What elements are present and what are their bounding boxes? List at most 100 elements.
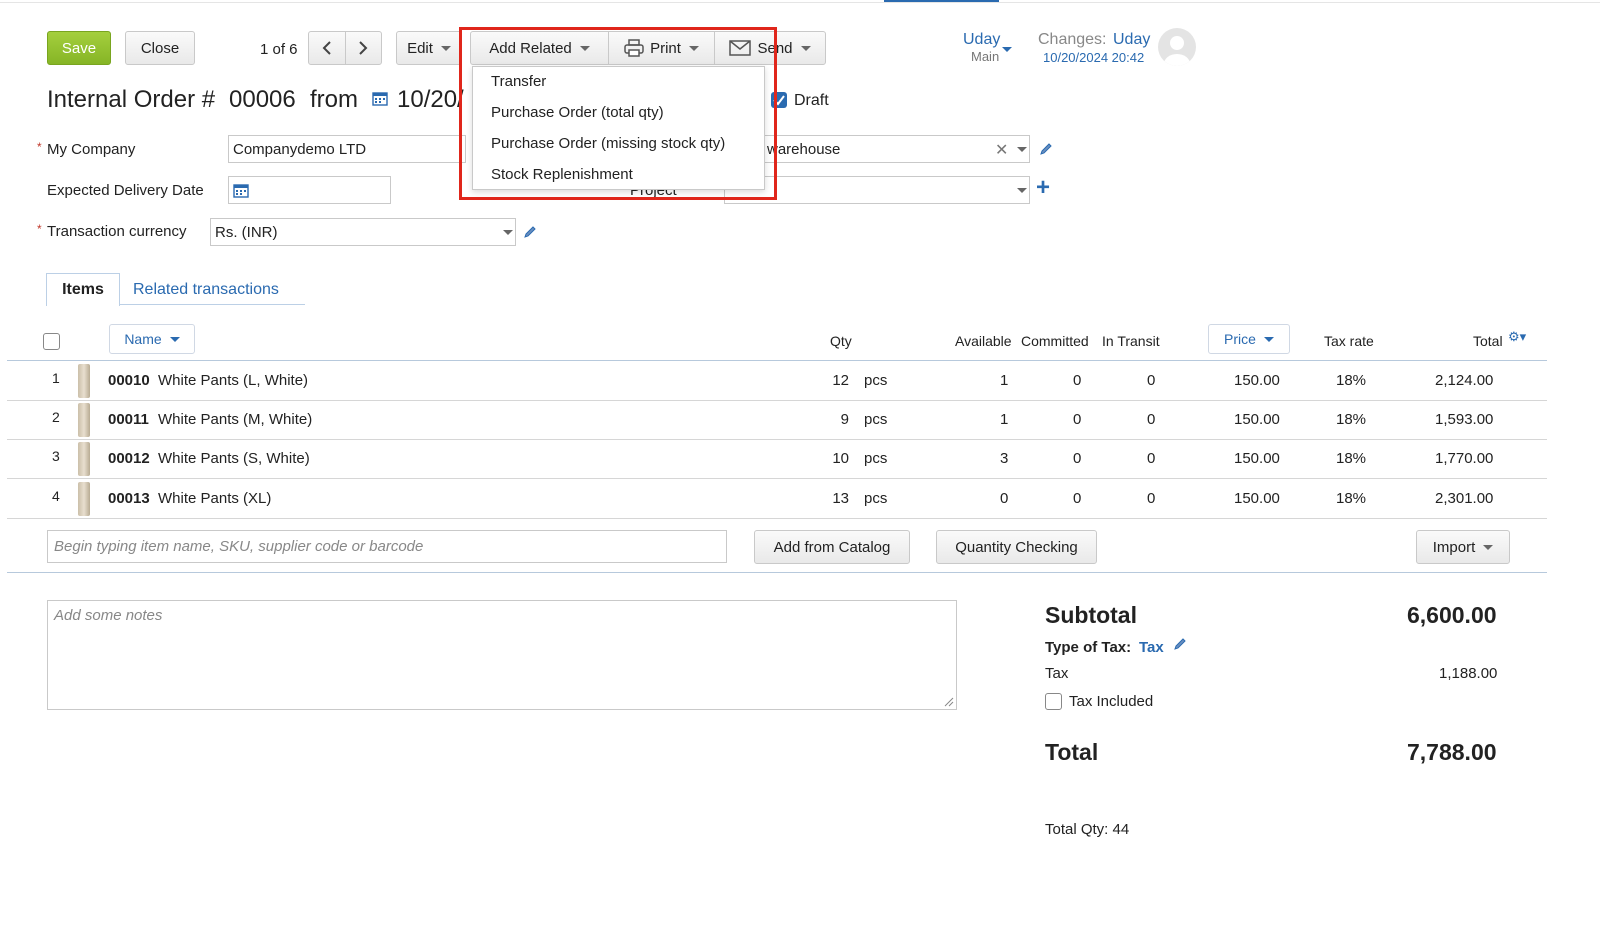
tax-included-checkbox[interactable] bbox=[1045, 693, 1062, 710]
highlight-box bbox=[459, 27, 777, 200]
select-all-checkbox[interactable] bbox=[43, 333, 60, 350]
user-caret-icon[interactable] bbox=[1002, 47, 1012, 52]
save-button[interactable]: Save bbox=[47, 31, 111, 65]
item-code[interactable]: 00010 bbox=[108, 372, 150, 389]
order-date[interactable]: 10/20/ bbox=[397, 86, 464, 114]
import-label: Import bbox=[1432, 538, 1476, 556]
changes-label: Changes: bbox=[1038, 31, 1107, 48]
edit-button[interactable]: Edit bbox=[396, 31, 462, 65]
user-name[interactable]: Uday bbox=[963, 31, 1000, 49]
tab-related-transactions[interactable]: Related transactions bbox=[133, 281, 279, 299]
edit-label: Edit bbox=[407, 39, 433, 57]
required-marker: * bbox=[37, 140, 42, 154]
changes-user[interactable]: Uday bbox=[1113, 31, 1150, 49]
subtotal-label: Subtotal bbox=[1045, 602, 1137, 628]
name-header-button[interactable]: Name bbox=[109, 324, 195, 354]
pencil-icon[interactable] bbox=[1039, 142, 1053, 156]
quantity-checking-button[interactable]: Quantity Checking bbox=[936, 530, 1097, 564]
item-tax-rate: 18% bbox=[1336, 372, 1367, 389]
row-number: 2 bbox=[52, 409, 60, 425]
item-name[interactable]: White Pants (L, White) bbox=[158, 372, 308, 389]
close-button[interactable]: Close bbox=[125, 31, 195, 65]
row-number: 4 bbox=[52, 488, 60, 504]
required-marker: * bbox=[37, 222, 42, 236]
add-from-catalog-button[interactable]: Add from Catalog bbox=[754, 530, 910, 564]
user-silhouette-icon bbox=[1164, 36, 1190, 66]
item-thumbnail[interactable] bbox=[78, 442, 90, 476]
avatar[interactable] bbox=[1158, 28, 1196, 66]
from-label: from bbox=[310, 86, 358, 113]
item-thumbnail[interactable] bbox=[78, 403, 90, 437]
total-header: Total bbox=[1473, 333, 1503, 349]
item-qty[interactable]: 13 bbox=[832, 490, 849, 507]
notes-textarea[interactable]: Add some notes bbox=[47, 600, 957, 710]
type-of-tax-value[interactable]: Tax bbox=[1139, 639, 1164, 656]
item-qty[interactable]: 10 bbox=[832, 450, 849, 467]
item-name[interactable]: White Pants (S, White) bbox=[158, 450, 310, 467]
item-price[interactable]: 150.00 bbox=[1234, 490, 1280, 507]
item-in-transit: 0 bbox=[1147, 372, 1156, 389]
in-transit-header: In Transit bbox=[1102, 333, 1160, 349]
tax-value: 1,188.00 bbox=[1439, 665, 1498, 682]
import-button[interactable]: Import bbox=[1416, 530, 1510, 564]
price-header-button[interactable]: Price bbox=[1208, 324, 1290, 354]
pencil-icon[interactable] bbox=[1173, 637, 1187, 651]
item-search-input[interactable]: Begin typing item name, SKU, supplier co… bbox=[47, 530, 727, 563]
item-in-transit: 0 bbox=[1147, 411, 1156, 428]
item-available: 0 bbox=[1000, 490, 1009, 507]
tab-items-label: Items bbox=[62, 281, 104, 298]
gear-icon[interactable]: ⚙▾ bbox=[1508, 329, 1526, 345]
item-code[interactable]: 00012 bbox=[108, 450, 150, 467]
caret-down-icon[interactable] bbox=[1017, 147, 1027, 152]
caret-down-icon bbox=[800, 45, 811, 51]
item-name[interactable]: White Pants (M, White) bbox=[158, 411, 312, 428]
tab-items[interactable]: Items bbox=[46, 273, 120, 306]
prev-button[interactable] bbox=[309, 32, 346, 64]
pencil-icon[interactable] bbox=[523, 225, 537, 239]
my-company-value: Companydemo LTD bbox=[233, 140, 367, 158]
item-unit: pcs bbox=[864, 490, 888, 507]
resize-handle-icon[interactable] bbox=[944, 697, 954, 707]
add-project-icon[interactable]: + bbox=[1036, 176, 1050, 200]
item-code[interactable]: 00011 bbox=[108, 411, 149, 428]
item-name[interactable]: White Pants (XL) bbox=[158, 490, 271, 507]
item-search-placeholder: Begin typing item name, SKU, supplier co… bbox=[54, 538, 424, 555]
item-qty[interactable]: 12 bbox=[832, 372, 849, 389]
item-thumbnail[interactable] bbox=[78, 482, 90, 516]
caret-down-icon[interactable] bbox=[1017, 188, 1027, 193]
item-unit: pcs bbox=[864, 450, 888, 467]
chevron-left-icon bbox=[322, 41, 331, 55]
notes-placeholder: Add some notes bbox=[54, 607, 163, 624]
calendar-icon[interactable] bbox=[233, 182, 249, 198]
type-of-tax-label: Type of Tax: bbox=[1045, 639, 1132, 656]
item-code[interactable]: 00013 bbox=[108, 490, 150, 507]
page-title: Internal Order # bbox=[47, 86, 216, 113]
item-committed: 0 bbox=[1073, 372, 1082, 389]
top-divider bbox=[0, 2, 1600, 3]
item-committed: 0 bbox=[1073, 450, 1082, 467]
item-in-transit: 0 bbox=[1147, 490, 1156, 507]
caret-down-icon bbox=[1263, 336, 1274, 342]
item-thumbnail[interactable] bbox=[78, 364, 90, 398]
item-price[interactable]: 150.00 bbox=[1234, 372, 1280, 389]
item-total: 2,124.00 bbox=[1435, 372, 1494, 389]
next-button[interactable] bbox=[346, 32, 382, 64]
currency-field[interactable]: Rs. (INR) bbox=[210, 218, 516, 246]
tax-included-label: Tax Included bbox=[1069, 693, 1154, 710]
qty-header: Qty bbox=[830, 333, 852, 349]
item-price[interactable]: 150.00 bbox=[1234, 411, 1280, 428]
item-qty[interactable]: 9 bbox=[841, 411, 849, 428]
available-header: Available bbox=[955, 333, 1012, 349]
item-available: 1 bbox=[1000, 411, 1009, 428]
calendar-icon[interactable] bbox=[372, 90, 388, 106]
item-price[interactable]: 150.00 bbox=[1234, 450, 1280, 467]
caret-down-icon[interactable] bbox=[503, 230, 513, 235]
clear-icon[interactable]: ✕ bbox=[995, 140, 1008, 160]
table-bottom-divider bbox=[7, 572, 1547, 573]
expected-delivery-field[interactable] bbox=[228, 176, 391, 204]
my-company-label: My Company bbox=[47, 141, 136, 158]
total-value: 7,788.00 bbox=[1407, 739, 1497, 765]
my-company-field[interactable]: Companydemo LTD bbox=[228, 135, 466, 163]
draft-label: Draft bbox=[794, 92, 829, 109]
currency-value: Rs. (INR) bbox=[215, 223, 278, 241]
